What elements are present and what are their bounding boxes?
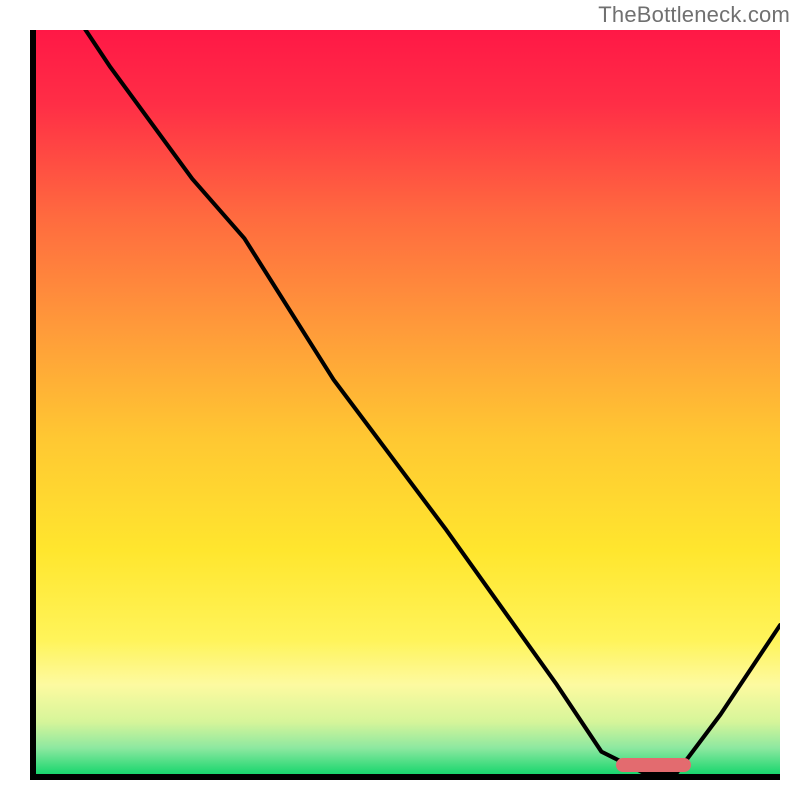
watermark-text: TheBottleneck.com: [598, 2, 790, 28]
bottleneck-curve: [36, 30, 780, 774]
chart-container: TheBottleneck.com: [0, 0, 800, 800]
optimum-range-indicator: [616, 758, 690, 772]
plot-area: [30, 30, 780, 780]
